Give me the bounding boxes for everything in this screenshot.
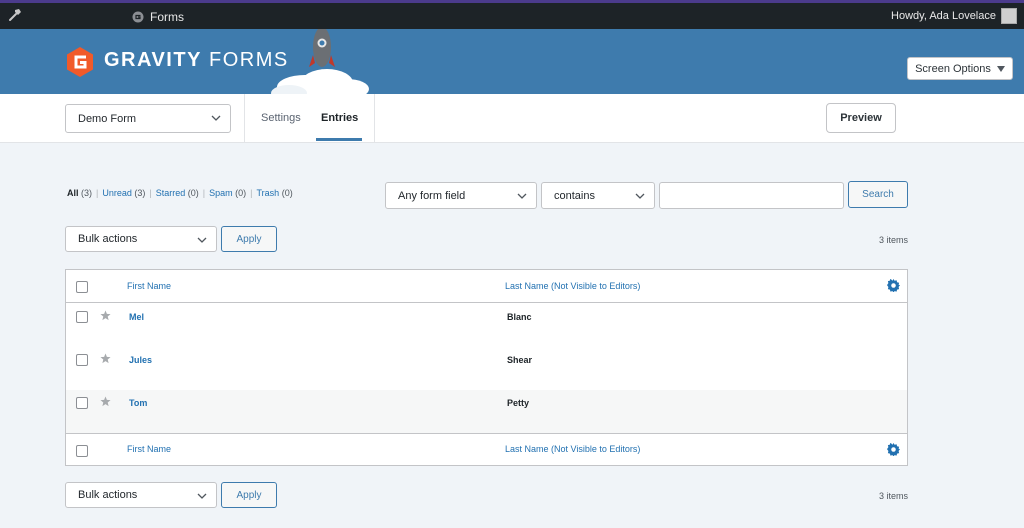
filter-unread[interactable]: Unread <box>102 188 132 198</box>
search-operator-value: contains <box>554 189 595 202</box>
gravity-forms-header: GRAVITY FORMS Screen Options <box>0 29 1024 94</box>
entry-filters: All (3) | Unread (3) | Starred (0) | Spam (0) |… <box>67 188 293 198</box>
items-count-top: 3 items <box>878 235 908 245</box>
gear-icon[interactable] <box>887 443 900 456</box>
row-checkbox[interactable] <box>76 354 88 366</box>
apply-button-top[interactable]: Apply <box>221 226 277 252</box>
toolbar-divider <box>244 94 245 143</box>
filter-separator: | <box>250 188 253 198</box>
table-row: Tom Petty <box>66 390 907 433</box>
gravity-forms-logo <box>67 47 93 77</box>
tab-entries[interactable]: Entries <box>321 112 358 124</box>
caret-down-icon <box>996 65 1005 72</box>
screen-options-label: Screen Options <box>915 62 991 75</box>
apply-button-bottom[interactable]: Apply <box>221 482 277 508</box>
filter-trash[interactable]: Trash <box>257 188 280 198</box>
howdy-user[interactable]: Howdy, Ada Lovelace <box>891 10 996 22</box>
filter-starred-count: (0) <box>187 188 199 198</box>
entry-first-name[interactable]: Jules <box>129 355 152 365</box>
search-button[interactable]: Search <box>848 181 908 208</box>
filter-starred[interactable]: Starred <box>156 188 186 198</box>
chevron-down-icon <box>635 193 645 199</box>
filter-all-count: (3) <box>81 188 93 198</box>
form-switcher[interactable]: Demo Form <box>65 104 231 133</box>
table-row: Mel Blanc <box>66 304 907 347</box>
admin-bar-forms[interactable]: Forms <box>132 8 184 26</box>
gravity-forms-icon <box>132 11 144 23</box>
row-checkbox[interactable] <box>76 397 88 409</box>
star-icon[interactable] <box>100 310 111 321</box>
filter-unread-count: (3) <box>134 188 146 198</box>
entries-table: First Name Last Name (Not Visible to Edi… <box>65 269 908 466</box>
active-tab-indicator <box>316 138 362 141</box>
chevron-down-icon <box>517 193 527 199</box>
search-field-value: Any form field <box>398 189 466 202</box>
admin-bar-forms-label: Forms <box>150 10 184 24</box>
rocket-icon <box>271 29 369 94</box>
search-input[interactable] <box>659 182 844 209</box>
filter-separator: | <box>149 188 152 198</box>
search-operator-select[interactable]: contains <box>541 182 655 209</box>
filter-spam[interactable]: Spam <box>209 188 233 198</box>
select-all-checkbox[interactable] <box>76 445 88 457</box>
chevron-down-icon <box>197 237 207 243</box>
entry-last-name: Shear <box>507 355 533 365</box>
admin-bar: Forms Howdy, Ada Lovelace <box>0 0 1024 29</box>
entry-last-name: Petty <box>507 398 530 408</box>
items-count-bottom: 3 items <box>878 491 908 501</box>
column-header-last-name[interactable]: Last Name (Not Visible to Editors) <box>505 281 640 291</box>
form-toolbar: Demo Form Settings Entries Preview <box>0 94 1024 143</box>
bulk-actions-value: Bulk actions <box>78 233 138 245</box>
filter-spam-count: (0) <box>235 188 247 198</box>
bulk-actions-select-bottom[interactable]: Bulk actions <box>65 482 217 508</box>
bulk-actions-select-top[interactable]: Bulk actions <box>65 226 217 252</box>
user-avatar-icon[interactable] <box>1001 8 1017 24</box>
entry-first-name[interactable]: Tom <box>129 398 147 408</box>
filter-separator: | <box>202 188 206 198</box>
row-checkbox[interactable] <box>76 311 88 323</box>
column-header-last-name[interactable]: Last Name (Not Visible to Editors) <box>505 444 640 454</box>
brand-name: GRAVITY FORMS <box>104 49 289 71</box>
star-icon[interactable] <box>100 396 111 407</box>
screen-options-button[interactable]: Screen Options <box>907 57 1013 80</box>
entry-last-name: Blanc <box>507 312 532 322</box>
chevron-down-icon <box>197 493 207 499</box>
form-switcher-value: Demo Form <box>78 112 137 125</box>
table-row: Jules Shear <box>66 347 907 390</box>
column-header-first-name[interactable]: First Name <box>127 444 171 454</box>
entry-first-name[interactable]: Mel <box>129 312 144 322</box>
chevron-down-icon <box>211 115 221 121</box>
bulk-actions-value: Bulk actions <box>78 489 138 501</box>
filter-all[interactable]: All <box>67 188 79 198</box>
filter-trash-count: (0) <box>281 188 293 198</box>
table-footer-row: First Name Last Name (Not Visible to Edi… <box>66 433 907 465</box>
column-header-first-name[interactable]: First Name <box>127 281 171 291</box>
hammer-icon[interactable] <box>7 7 23 23</box>
select-all-checkbox[interactable] <box>76 281 88 293</box>
preview-button[interactable]: Preview <box>826 103 896 133</box>
gear-icon[interactable] <box>887 279 900 292</box>
toolbar-divider <box>374 94 375 143</box>
search-field-select[interactable]: Any form field <box>385 182 537 209</box>
tab-settings[interactable]: Settings <box>261 112 301 124</box>
filter-separator: | <box>96 188 99 198</box>
table-header-row: First Name Last Name (Not Visible to Edi… <box>66 270 907 303</box>
star-icon[interactable] <box>100 353 111 364</box>
